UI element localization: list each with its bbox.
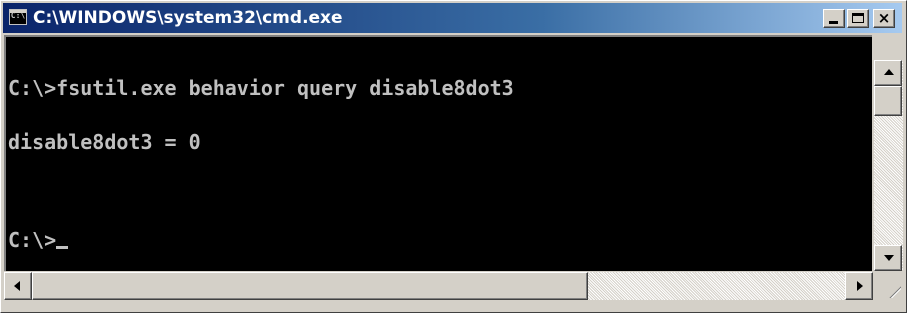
window-title: C:\WINDOWS\system32\cmd.exe: [33, 8, 343, 28]
console-line: C:\>fsutil.exe behavior query disable8do…: [8, 76, 514, 100]
horizontal-scrollbar-thumb[interactable]: [32, 272, 588, 300]
maximize-icon: [852, 13, 864, 23]
vertical-scrollbar-thumb[interactable]: [874, 86, 902, 116]
console-prompt-line: C:\>: [8, 228, 514, 252]
console-text: C:\>fsutil.exe behavior query disable8do…: [8, 43, 514, 267]
arrow-left-icon: [14, 281, 20, 291]
scroll-down-button[interactable]: [874, 245, 902, 271]
title-bar[interactable]: C:\ C:\WINDOWS\system32\cmd.exe ×: [3, 3, 902, 33]
cmd-icon[interactable]: C:\: [9, 9, 27, 25]
console-line: disable8dot3 = 0: [8, 130, 201, 154]
arrow-right-icon: [857, 281, 863, 291]
scroll-up-button[interactable]: [874, 60, 902, 86]
minimize-button[interactable]: [823, 9, 845, 28]
maximize-button[interactable]: [847, 9, 869, 28]
console-prompt: C:\>: [8, 228, 57, 252]
resize-grip-icon[interactable]: [874, 272, 903, 300]
arrow-up-icon: [884, 69, 894, 75]
arrow-down-icon: [884, 255, 894, 261]
close-icon: ×: [877, 9, 891, 27]
minimize-icon: [829, 21, 838, 24]
scroll-right-button[interactable]: [845, 272, 873, 300]
text-cursor: [56, 246, 69, 249]
close-button[interactable]: ×: [873, 9, 895, 28]
scroll-left-button[interactable]: [4, 272, 32, 300]
